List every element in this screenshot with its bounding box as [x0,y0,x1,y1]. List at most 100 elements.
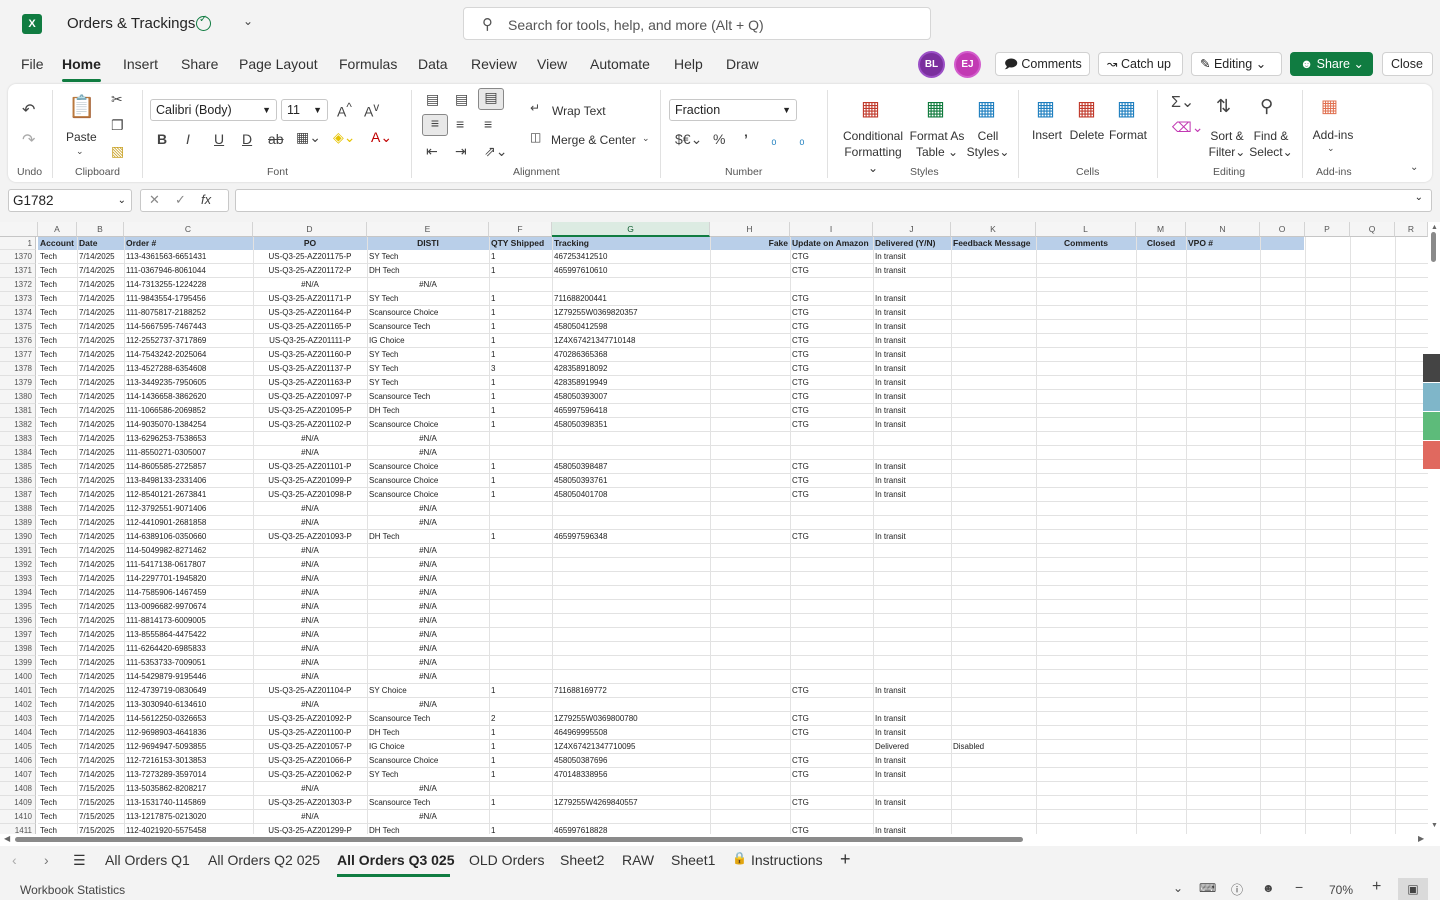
table-cell[interactable]: DH Tech [369,726,487,740]
table-cell[interactable]: 1Z79255W0369800780 [554,712,708,726]
table-cell[interactable]: 114-2297701-1945820 [126,572,251,586]
table-cell[interactable]: CTG [792,712,871,726]
table-cell[interactable]: Tech [40,446,75,460]
table-cell[interactable]: #N/A [369,558,487,572]
table-cell[interactable]: In transit [875,474,949,488]
vertical-scrollbar[interactable]: ▲ ▼ [1428,222,1440,834]
table-cell[interactable]: 113-0096682-9970674 [126,600,251,614]
table-cell[interactable] [554,278,708,292]
table-cell[interactable]: 464969995508 [554,726,708,740]
format-cells-button[interactable]: Format [1108,128,1148,142]
table-cell[interactable]: Tech [40,404,75,418]
table-cell[interactable]: #N/A [369,670,487,684]
avatar-ej[interactable]: EJ [954,51,981,78]
side-panel-tab[interactable] [1423,441,1440,469]
table-cell[interactable]: 1Z4X67421347710095 [554,740,708,754]
double-underline-icon[interactable]: D [242,131,252,147]
table-cell[interactable] [491,446,550,460]
row-number[interactable]: 1406 [0,754,36,768]
table-cell[interactable]: 112-2552737-3717869 [126,334,251,348]
table-cell[interactable] [491,558,550,572]
zoom-level[interactable]: 70% [1329,883,1353,897]
table-cell[interactable] [953,404,1034,418]
row-number[interactable]: 1370 [0,250,36,264]
table-cell[interactable]: Tech [40,782,75,796]
close-button[interactable]: Close [1382,52,1433,76]
align-center-icon[interactable]: ≡ [456,116,464,132]
table-cell[interactable]: CTG [792,404,871,418]
table-cell[interactable] [491,698,550,712]
table-cell[interactable]: US-Q3-25-AZ201099-P [255,474,365,488]
row-number[interactable]: 1382 [0,418,36,432]
table-cell[interactable]: In transit [875,712,949,726]
table-cell[interactable]: In transit [875,488,949,502]
horizontal-scroll-thumb[interactable] [15,837,1023,842]
sheet-tab-sheet1[interactable]: Sheet1 [671,852,715,868]
increase-decimal-icon[interactable]: ₀ [771,131,777,147]
merge-chevron-icon[interactable]: ⌄ [642,133,650,144]
table-cell[interactable]: 114-8605585-2725857 [126,460,251,474]
table-cell[interactable]: CTG [792,292,871,306]
row-number[interactable]: 1378 [0,362,36,376]
table-cell[interactable]: 1 [491,376,550,390]
table-cell[interactable]: #N/A [255,656,365,670]
table-cell[interactable]: US-Q3-25-AZ201098-P [255,488,365,502]
table-cell[interactable]: 112-4021920-5575458 [126,824,251,834]
table-cell[interactable]: #N/A [255,516,365,530]
table-cell[interactable]: CTG [792,376,871,390]
keyboard-icon[interactable]: ⌨ [1199,881,1216,895]
table-cell[interactable] [792,572,871,586]
table-cell[interactable]: In transit [875,306,949,320]
table-cell[interactable]: 1Z79255W0369820357 [554,306,708,320]
format-as-table-button[interactable]: Format As Table ⌄ [908,128,966,160]
header-cell[interactable]: Fake [712,238,788,248]
table-cell[interactable]: US-Q3-25-AZ201093-P [255,530,365,544]
row-number[interactable]: 1391 [0,544,36,558]
add-ins-chevron-icon[interactable]: ⌄ [1327,143,1335,154]
sheet-tab-sheet2[interactable]: Sheet2 [560,852,604,868]
table-cell[interactable]: 458050412598 [554,320,708,334]
table-cell[interactable] [792,614,871,628]
menu-share[interactable]: Share [181,56,218,72]
table-cell[interactable] [953,810,1034,824]
formula-input[interactable]: ⌄ [235,189,1432,212]
table-cell[interactable] [554,810,708,824]
table-cell[interactable] [491,656,550,670]
table-cell[interactable] [953,516,1034,530]
table-cell[interactable]: #N/A [369,782,487,796]
table-cell[interactable] [875,670,949,684]
table-cell[interactable]: #N/A [369,278,487,292]
table-cell[interactable] [875,810,949,824]
table-cell[interactable]: 7/15/2025 [79,824,122,834]
row-number[interactable]: 1380 [0,390,36,404]
column-header-i[interactable]: I [790,222,873,237]
table-cell[interactable] [953,600,1034,614]
table-cell[interactable]: In transit [875,362,949,376]
table-cell[interactable] [491,544,550,558]
table-cell[interactable]: US-Q3-25-AZ201137-P [255,362,365,376]
table-cell[interactable]: Tech [40,390,75,404]
table-cell[interactable]: CTG [792,488,871,502]
table-cell[interactable]: 7/14/2025 [79,726,122,740]
table-cell[interactable] [554,782,708,796]
table-cell[interactable] [554,432,708,446]
table-cell[interactable]: 458050398487 [554,460,708,474]
table-cell[interactable] [953,432,1034,446]
side-panel-tab[interactable] [1423,412,1440,440]
column-header-r[interactable]: R [1395,222,1428,237]
table-cell[interactable]: 1 [491,530,550,544]
table-cell[interactable]: Scansource Tech [369,712,487,726]
table-cell[interactable]: CTG [792,348,871,362]
table-cell[interactable]: In transit [875,796,949,810]
row-number[interactable]: 1390 [0,530,36,544]
row-number[interactable]: 1376 [0,334,36,348]
column-header-k[interactable]: K [951,222,1036,237]
table-cell[interactable]: In transit [875,684,949,698]
ribbon-expand-chevron-icon[interactable]: ⌄ [1410,162,1418,173]
cell-styles-icon[interactable]: ▦ [977,96,996,121]
table-cell[interactable]: 7/14/2025 [79,404,122,418]
row-number[interactable]: 1392 [0,558,36,572]
column-header-h[interactable]: H [710,222,790,237]
table-cell[interactable]: 7/14/2025 [79,292,122,306]
table-cell[interactable]: Tech [40,796,75,810]
